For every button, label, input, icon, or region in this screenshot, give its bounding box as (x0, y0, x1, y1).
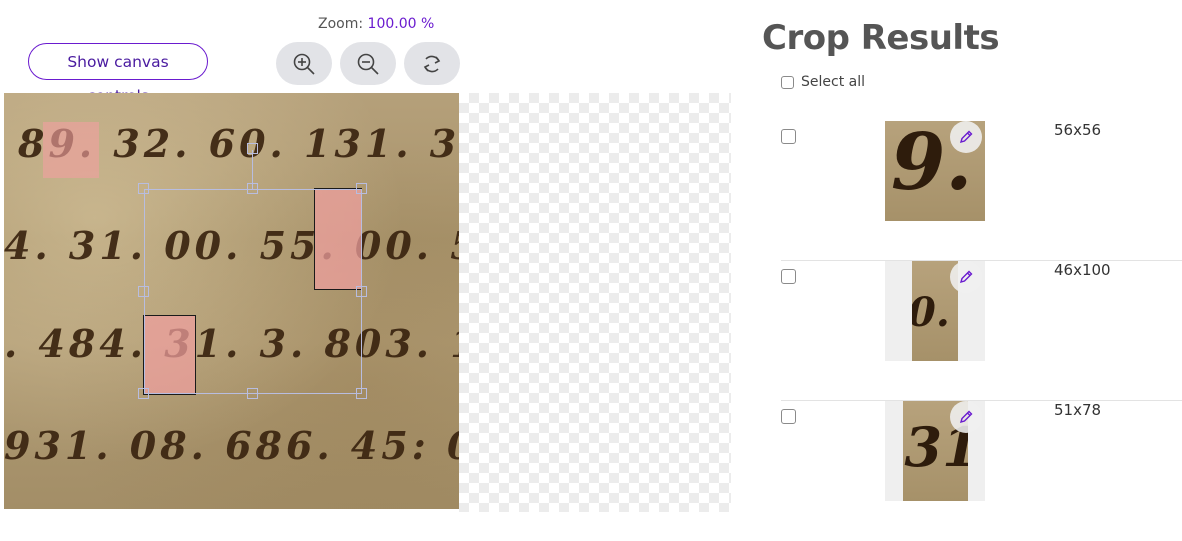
crop-dimensions: 56x56 (1054, 121, 1102, 139)
rotate-reset-icon (423, 55, 441, 72)
edit-crop-button[interactable] (950, 401, 982, 433)
document-line: 931. 08. 686. 45: 031 (4, 423, 459, 468)
show-canvas-controls-button[interactable]: Show canvas controls (28, 43, 208, 105)
resize-handle-right[interactable] (356, 286, 367, 297)
crop-result-checkbox[interactable] (781, 129, 796, 144)
select-all-label: Select all (801, 74, 865, 90)
resize-handle-left[interactable] (138, 286, 149, 297)
zoom-out-icon (357, 53, 379, 75)
resize-handle-top-left[interactable] (138, 183, 149, 194)
resize-handle-top[interactable] (247, 183, 258, 194)
resize-handle-top-right[interactable] (356, 183, 367, 194)
select-all-checkbox[interactable] (781, 75, 794, 89)
select-all[interactable]: Select all (781, 74, 865, 90)
transform-frame[interactable] (144, 189, 362, 394)
crop-result-item: 0. 46x100 (781, 261, 1182, 401)
pencil-icon (959, 270, 973, 284)
crop-dimensions: 51x78 (1054, 401, 1102, 419)
crop-result-checkbox[interactable] (781, 269, 796, 284)
zoom-out-button[interactable] (340, 42, 396, 85)
zoom-in-icon (293, 53, 315, 75)
resize-handle-bottom-right[interactable] (356, 388, 367, 399)
crop-result-checkbox[interactable] (781, 409, 796, 424)
thumbnail-glyph: 0. (912, 289, 950, 336)
pencil-icon (959, 130, 973, 144)
results-title: Crop Results (762, 18, 1000, 58)
zoom-label: Zoom: (318, 16, 364, 32)
edit-crop-button[interactable] (950, 121, 982, 153)
crop-result-item: 31 51x78 (781, 401, 1182, 541)
resize-handle-bottom[interactable] (247, 388, 258, 399)
canvas-transparent-area (459, 93, 731, 512)
reset-rotation-button[interactable] (404, 42, 460, 85)
crop-result-item: 9. 56x56 (781, 121, 1182, 261)
zoom-in-button[interactable] (276, 42, 332, 85)
resize-handle-bottom-left[interactable] (138, 388, 149, 399)
zoom-readout: Zoom: 100.00 % (318, 16, 434, 32)
zoom-value: 100.00 % (367, 16, 435, 32)
edit-crop-button[interactable] (950, 261, 982, 293)
crop-dimensions: 46x100 (1054, 261, 1111, 279)
rotate-handle[interactable] (247, 143, 258, 154)
pencil-icon (959, 410, 973, 424)
crop-selection[interactable] (43, 122, 99, 178)
